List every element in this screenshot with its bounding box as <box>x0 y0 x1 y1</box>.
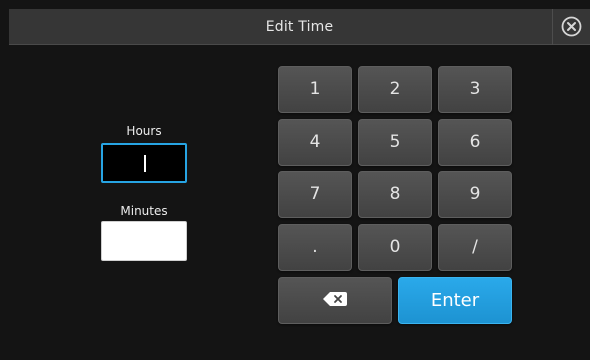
key-4[interactable]: 4 <box>278 119 352 166</box>
text-cursor <box>144 155 146 172</box>
key-decimal[interactable]: . <box>278 224 352 271</box>
key-7[interactable]: 7 <box>278 171 352 218</box>
key-8[interactable]: 8 <box>358 171 432 218</box>
key-2[interactable]: 2 <box>358 66 432 113</box>
minutes-value <box>102 222 186 260</box>
key-3[interactable]: 3 <box>438 66 512 113</box>
key-5[interactable]: 5 <box>358 119 432 166</box>
close-circle-icon[interactable] <box>561 16 582 37</box>
dialog-title: Edit Time <box>265 19 334 35</box>
backspace-icon <box>323 291 347 306</box>
close-button[interactable] <box>552 9 590 45</box>
enter-button[interactable]: Enter <box>398 277 512 324</box>
hours-input[interactable] <box>101 143 187 183</box>
key-1[interactable]: 1 <box>278 66 352 113</box>
minutes-label: Minutes <box>120 204 168 218</box>
key-6[interactable]: 6 <box>438 119 512 166</box>
key-9[interactable]: 9 <box>438 171 512 218</box>
key-0[interactable]: 0 <box>358 224 432 271</box>
title-bar: Edit Time <box>9 9 590 45</box>
hours-label: Hours <box>126 124 162 138</box>
minutes-input[interactable] <box>101 221 187 261</box>
backspace-button[interactable] <box>278 277 392 324</box>
key-slash[interactable]: / <box>438 224 512 271</box>
edit-time-dialog: Edit Time Hours Minutes 1 2 3 4 5 6 7 8 … <box>0 0 590 360</box>
